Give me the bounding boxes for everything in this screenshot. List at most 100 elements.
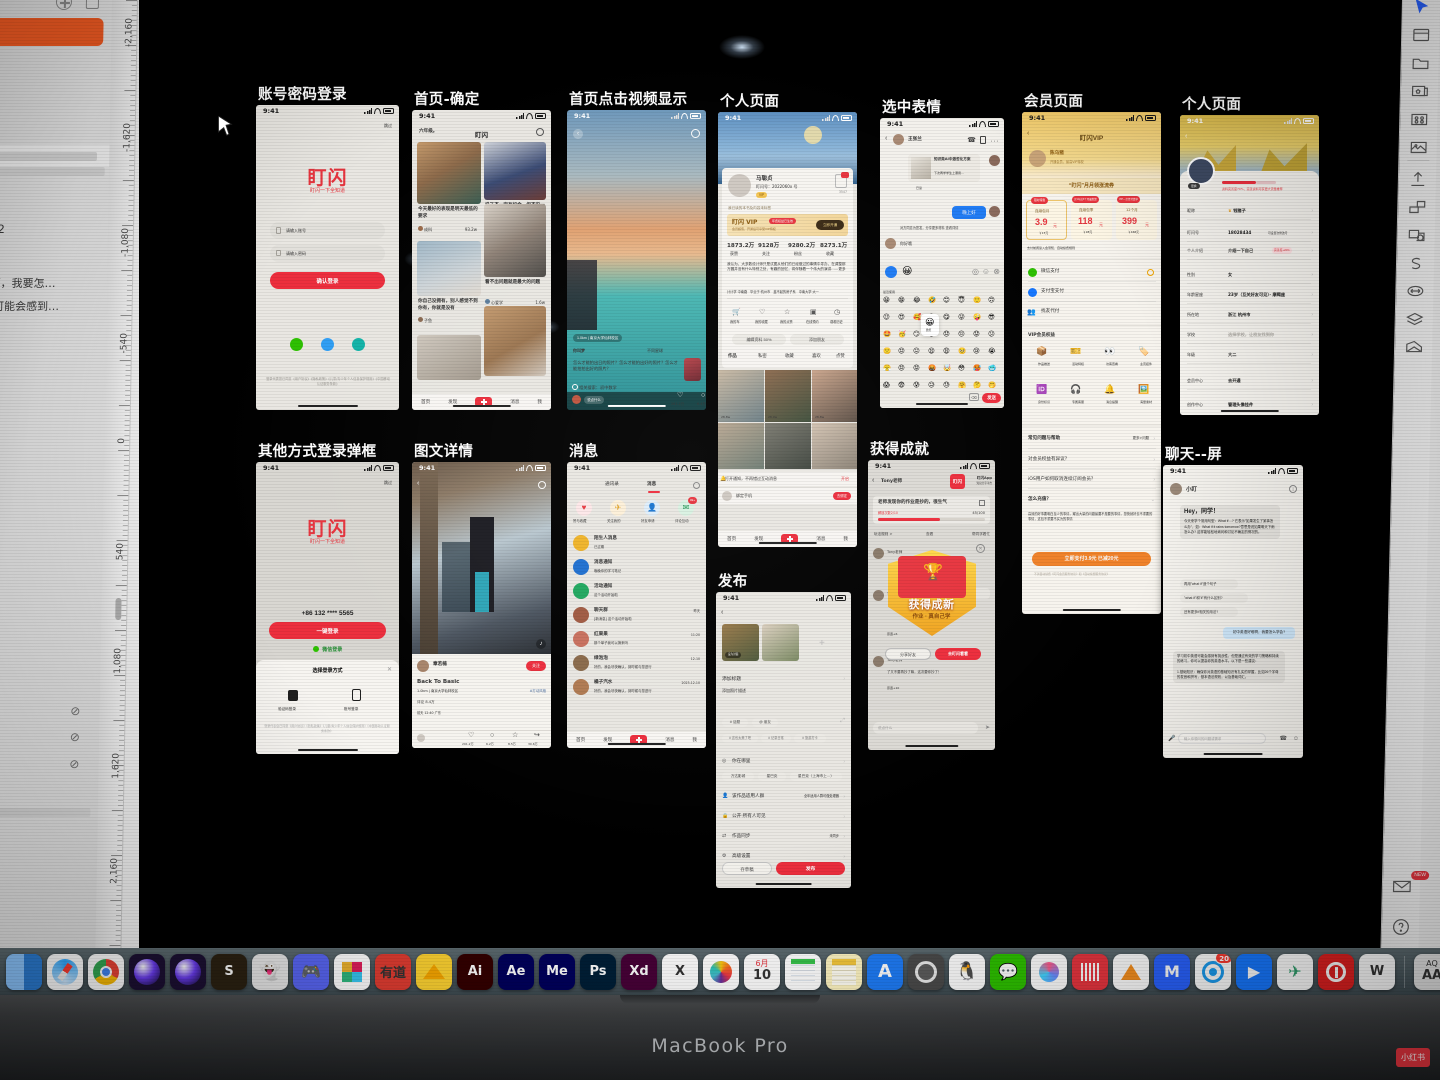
emoji-item[interactable]: 🙃 xyxy=(988,297,995,305)
chevron-left-icon[interactable]: ‹ xyxy=(417,480,419,487)
comment-input[interactable]: 说点什么 xyxy=(584,396,604,404)
chat-input[interactable]: 说点什么 xyxy=(873,722,978,734)
benefit-label[interactable]: 活动特权 xyxy=(1063,362,1093,367)
distance-badge[interactable]: 1.0km | 南京大学仙林校区 xyxy=(573,334,623,342)
video-body[interactable]: 怎么才能拍出日的照片？怎么才能拍出好的照片？怎么才能拍拍出好的照片？ xyxy=(573,360,679,373)
heart-icon[interactable]: ♥ xyxy=(576,500,592,516)
emoji-item[interactable]: 😁 xyxy=(898,297,905,305)
tab-bar[interactable]: 首页 发现 消息 我 xyxy=(567,732,706,748)
dock-item-ghostty[interactable]: 👻 xyxy=(252,953,288,990)
dock-item-calendar[interactable]: 6月 10 xyxy=(744,953,780,990)
shield-icon[interactable] xyxy=(288,690,298,701)
mute-icon[interactable]: ♪ xyxy=(536,639,546,649)
profile-tags[interactable]: 计计学 中南路 毕业于·杭州市 盖不起的房子系 中南大学·大一 xyxy=(727,290,819,295)
edit-profile-button[interactable]: 编辑资料 50% xyxy=(732,334,786,345)
title-input[interactable]: 添加标题 xyxy=(722,676,741,683)
payment-row[interactable]: 支付宝支付 xyxy=(1022,284,1161,301)
emoji-item[interactable]: 😰 xyxy=(913,382,920,390)
emoji-item[interactable]: 🥵 xyxy=(973,365,981,373)
dock-item-adobe-xd[interactable]: Xd xyxy=(621,953,657,990)
dock-item-wps[interactable]: W xyxy=(1359,953,1395,990)
wechat-icon[interactable] xyxy=(290,338,303,351)
location-tag[interactable]: 不同星球 xyxy=(647,348,663,354)
distance-icon[interactable] xyxy=(1404,280,1426,302)
faq-row[interactable]: 对会员权益有异议？ › xyxy=(1022,452,1161,468)
calendar-icon[interactable]: ▣ xyxy=(810,308,817,316)
photo-thumb[interactable]: 设为封面 xyxy=(722,624,759,661)
cursor-tool-icon[interactable] xyxy=(1411,0,1433,18)
skip-button[interactable]: 跳过 xyxy=(384,123,392,129)
expand-icon[interactable]: ⤢ xyxy=(840,718,845,725)
benefit-label[interactable]: 访客查看 xyxy=(1097,362,1127,367)
star-icon[interactable]: ☆ xyxy=(512,731,518,739)
conversation-row[interactable]: 绿泡泡 好的，我会尽快确认，到时候与您进行 12-10 xyxy=(567,652,706,676)
help-link[interactable]: 帮同学着忙 xyxy=(972,532,990,537)
selected-layer-highlight[interactable] xyxy=(0,18,104,46)
artboard-messages[interactable]: 消息 9:41 通讯录 消息 ♥ 赞与收藏 ✈ 关注我的 👤 好友申请 ✉ 99… xyxy=(567,444,706,748)
path-icon[interactable] xyxy=(1405,252,1427,274)
emoji-item[interactable]: 🥶 xyxy=(988,365,996,373)
grid-icon[interactable] xyxy=(1408,108,1430,130)
login-sheet[interactable]: 选择登录方式 ✕ 验证码登录 账号登录 登录代表您已同意《用户协议》《隐私政策》… xyxy=(256,660,399,754)
settings-icon[interactable]: ⊗ xyxy=(993,267,1000,276)
grid-item[interactable]: 28.8w xyxy=(812,370,857,422)
grid-item[interactable] xyxy=(812,423,857,469)
emoji-item[interactable]: 😏 xyxy=(913,331,920,339)
layers-icon[interactable] xyxy=(1404,308,1426,330)
search-icon[interactable] xyxy=(691,129,700,138)
tab-messages[interactable]: 消息 xyxy=(665,737,674,743)
dock-item-feishu-mail[interactable] xyxy=(1113,953,1149,990)
chevron-left-icon[interactable]: ‹ xyxy=(885,135,887,142)
grid-item[interactable]: 28.9w xyxy=(765,370,811,422)
scrollbar-handle[interactable] xyxy=(115,598,122,620)
dock-item-paper-plane[interactable]: ✈ xyxy=(1277,953,1313,990)
emoji-item[interactable]: 🤗 xyxy=(958,382,966,390)
dock-item-illustrator[interactable]: Ai xyxy=(457,953,493,990)
emoji-item[interactable]: 🥰 xyxy=(913,314,921,322)
grid-item[interactable] xyxy=(718,423,764,469)
artboard-publish[interactable]: 发布 9:41 ‹ 设为封面 + 添加标题 › 添加照片描述 # 话题 @ 朋友… xyxy=(716,574,851,888)
tab-home[interactable]: 首页 xyxy=(727,536,736,542)
chevron-right-icon[interactable]: › xyxy=(1311,208,1313,214)
chevron-left-icon[interactable]: ‹ xyxy=(573,129,583,139)
emoji-item[interactable]: 😤 xyxy=(883,365,891,373)
suggest-chip[interactable]: # 这也太美了吧 xyxy=(722,734,758,743)
agreement-text[interactable]: 不消自动续费《盯闪会员服务协议》和《自动续费服务协议》 xyxy=(1034,572,1110,576)
add-icon[interactable] xyxy=(55,0,73,10)
option-row[interactable]: ◎ 你在哪里 › xyxy=(716,755,851,768)
dock-item-douyin-enterprise[interactable] xyxy=(1072,953,1108,990)
quick-reply[interactable]: 还有更多if相关的用法? xyxy=(1180,607,1238,617)
chevron-right-icon[interactable]: › xyxy=(1311,292,1313,298)
layer-label-0[interactable]: 2 xyxy=(0,222,5,236)
more-icon[interactable]: ··· xyxy=(991,138,1000,145)
chevron-left-icon[interactable]: ‹ xyxy=(872,477,874,484)
avatar[interactable] xyxy=(1170,483,1182,495)
send-button[interactable]: 发送 xyxy=(982,393,1001,403)
folder-icon[interactable] xyxy=(1409,52,1431,74)
row-action[interactable]: 开启 xyxy=(841,476,849,482)
emoji-item[interactable]: 😂 xyxy=(913,297,921,305)
tab-me[interactable]: 我 xyxy=(843,536,848,542)
dock-item-finder[interactable] xyxy=(6,953,42,990)
emoji-icon[interactable]: ☺ xyxy=(1293,736,1299,742)
qq-icon[interactable] xyxy=(321,338,334,351)
profile-row[interactable]: 学校 选择学校，让校友找到你 › xyxy=(1180,327,1319,343)
emoji-item[interactable]: 😣 xyxy=(898,348,905,356)
benefit-label[interactable]: 专属客服 xyxy=(1063,400,1093,405)
emoji-item[interactable]: 😓 xyxy=(943,382,950,390)
heart-icon[interactable]: ♡ xyxy=(468,731,474,739)
body-input[interactable]: 添加照片描述 xyxy=(722,688,746,694)
share-icon[interactable]: ↪ xyxy=(534,731,540,739)
plan-card[interactable]: 买1年送3个月最划算 连续包季 118 元 ￥98元 xyxy=(1071,196,1112,240)
quick-label[interactable]: 我的收藏 xyxy=(755,320,768,325)
post-meta[interactable]: 1.0km | 南京大学仙林校区 xyxy=(417,689,458,694)
emoji-item[interactable]: 🤔 xyxy=(973,382,981,390)
artboard-achievement[interactable]: 获得成就 9:41 ‹ Tony老师 盯闪 盯闪App 知识分享平台 老师发现你… xyxy=(868,442,995,750)
profile-notice[interactable]: 我已读的本书及内容未标签 xyxy=(728,206,771,211)
feed-text[interactable]: 你自己没拥有，别人感觉不到你有，你就是没有 xyxy=(418,299,480,313)
emoji-item[interactable]: 😡 xyxy=(913,365,920,373)
external-link-icon[interactable] xyxy=(979,500,985,506)
quick-label[interactable]: 我的车 xyxy=(730,320,740,325)
video-icon[interactable] xyxy=(980,136,986,144)
close-icon[interactable]: ✕ xyxy=(387,666,392,673)
